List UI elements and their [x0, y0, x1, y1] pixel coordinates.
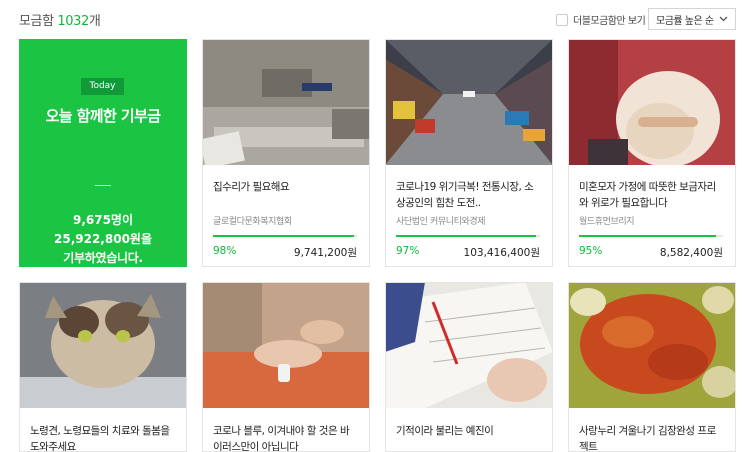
double-filter-checkbox[interactable] — [556, 13, 568, 26]
campaign-image — [386, 283, 552, 408]
campaign-card[interactable]: 코로나19 위기극복! 전통시장, 소상공인의 힘찬 도전.. 사단법인 커뮤니… — [385, 39, 553, 267]
campaign-title[interactable]: 사랑누리 겨울나기 김장완성 프로젝트 — [579, 423, 724, 451]
progress-bar — [396, 235, 540, 237]
campaign-title[interactable]: 미혼모자 가정에 따뜻한 보금자리와 위로가 필요합니다 — [579, 179, 724, 211]
today-donor-count: 9,675명이 — [72, 213, 134, 227]
today-amount: 25,922,800원을 — [54, 232, 152, 246]
pregnant-woman-photo — [569, 40, 735, 165]
campaign-image — [386, 40, 552, 165]
injured-cat-photo — [20, 283, 186, 408]
campaign-title[interactable]: 노령견, 노령묘들의 치료와 돌봄을 도와주세요 — [30, 423, 175, 451]
today-donation-summary: Today 오늘 함께한 기부금 9,675명이 25,922,800원을 기부… — [19, 39, 187, 267]
campaign-organization: 월드휴먼브리지 — [579, 217, 635, 227]
raised-amount: 8,582,400원 — [659, 247, 723, 259]
campaign-card[interactable]: 노령견, 노령묘들의 치료와 돌봄을 도와주세요 — [19, 282, 187, 452]
campaign-card[interactable]: 사랑누리 겨울나기 김장완성 프로젝트 — [568, 282, 736, 452]
campaign-card[interactable]: 미혼모자 가정에 따뜻한 보금자리와 위로가 필요합니다 월드휴먼브리지 95%… — [568, 39, 736, 267]
kimchi-photo — [569, 283, 735, 408]
campaign-organization: 사단법인 커뮤니티와경제 — [396, 217, 486, 227]
campaign-title[interactable]: 기적이라 불리는 예진이 — [396, 423, 541, 439]
market-street-photo — [386, 40, 552, 165]
double-filter-label: 더블모금함만 보기 — [573, 16, 646, 27]
child-writing-photo — [386, 283, 552, 408]
campaign-image — [20, 283, 186, 408]
campaign-title[interactable]: 집수리가 필요해요 — [213, 179, 358, 195]
campaign-count: 모금함 1032개 — [19, 10, 101, 29]
campaign-title[interactable]: 코로나19 위기극복! 전통시장, 소상공인의 힘찬 도전.. — [396, 179, 541, 211]
double-campaign-filter[interactable]: 더블모금함만 보기 — [556, 12, 646, 27]
chevron-down-icon — [719, 16, 728, 22]
empty-room-photo — [203, 40, 369, 165]
count-number: 1032 — [57, 14, 89, 29]
campaign-title[interactable]: 코로나 블루, 이겨내야 할 것은 바이러스만이 아닙니다 — [213, 423, 358, 451]
campaign-organization: 글로컬다문화복지협회 — [213, 217, 292, 227]
campaign-image — [203, 283, 369, 408]
progress-bar — [213, 235, 357, 237]
campaign-image — [203, 40, 369, 165]
raised-amount: 103,416,400원 — [463, 247, 540, 259]
count-suffix: 개 — [88, 14, 101, 29]
today-title: 오늘 함께한 기부금 — [45, 107, 161, 125]
count-label: 모금함 — [19, 14, 54, 29]
progress-percent: 98% — [213, 245, 237, 257]
campaign-image — [569, 283, 735, 408]
campaign-card[interactable]: 코로나 블루, 이겨내야 할 것은 바이러스만이 아닙니다 — [202, 282, 370, 452]
campaign-card[interactable]: 기적이라 불리는 예진이 — [385, 282, 553, 452]
raised-amount: 9,741,200원 — [293, 247, 357, 259]
sort-select[interactable]: 모금률 높은 순 — [648, 8, 736, 30]
today-tail-text: 기부하였습니다. — [63, 251, 143, 265]
list-header: 모금함 1032개 더블모금함만 보기 모금률 높은 순 — [0, 0, 743, 38]
progress-percent: 97% — [396, 245, 420, 257]
progress-fill — [579, 235, 716, 237]
today-badge: Today — [81, 78, 124, 95]
progress-bar — [579, 235, 723, 237]
sort-selected-value: 모금률 높은 순 — [656, 15, 714, 27]
progress-fill — [213, 235, 355, 237]
campaign-card[interactable]: 집수리가 필요해요 글로컬다문화복지협회 98% 9,741,200원 — [202, 39, 370, 267]
progress-percent: 95% — [579, 245, 603, 257]
elderly-hands-photo — [203, 283, 369, 408]
progress-fill — [396, 235, 536, 237]
divider — [95, 185, 111, 186]
campaign-image — [569, 40, 735, 165]
